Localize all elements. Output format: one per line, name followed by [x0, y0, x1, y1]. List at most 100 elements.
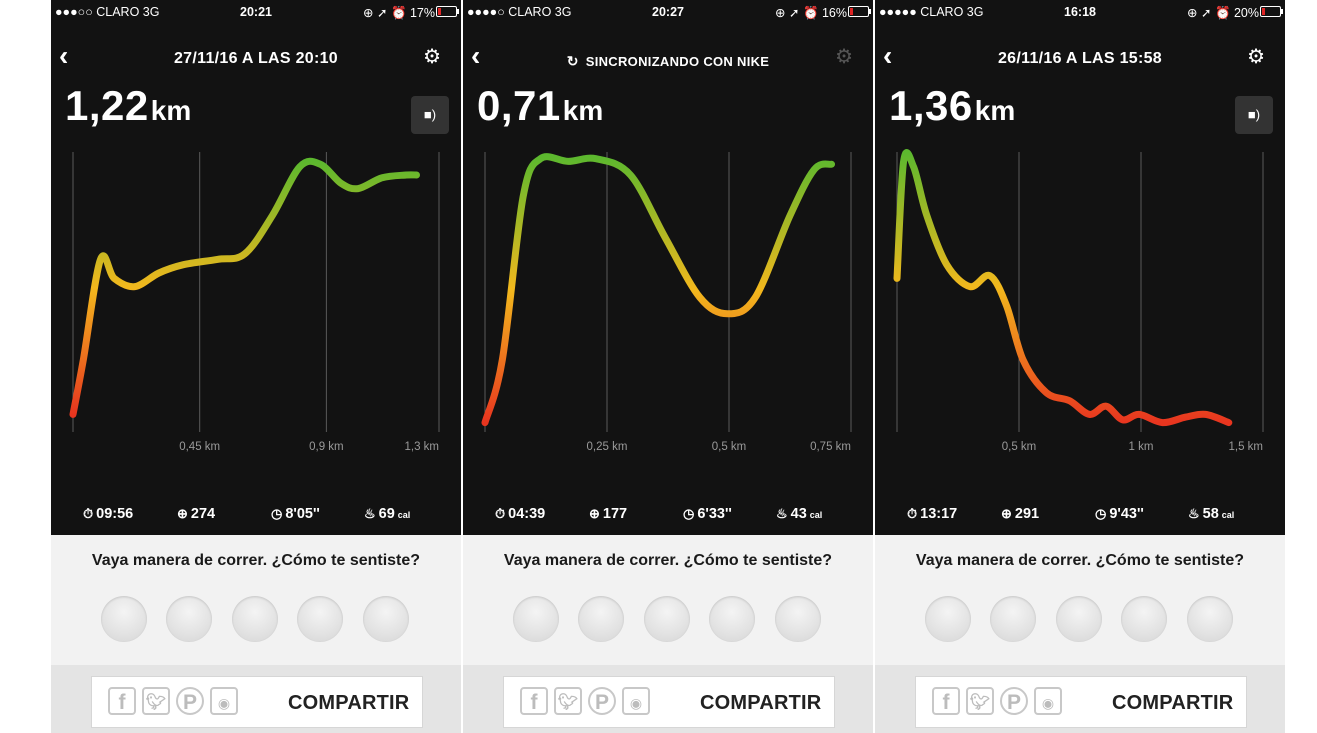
stat-duration: ⏱ 09:56 — [83, 506, 133, 522]
instagram-icon[interactable]: ◉ — [1034, 687, 1062, 715]
run-summary-panel: ●●●○○ CLARO 3G 20:21 ⊕ ➚ ⏰ 17% ‹ 27/11/1… — [51, 0, 461, 535]
status-bar: ●●●●● CLARO 3G 16:18 ⊕ ➚ ⏰ 20% — [875, 0, 1285, 22]
status-indicators: ⊕ ➚ ⏰ 17% — [363, 6, 435, 20]
phone-screen-3: ●●●●● CLARO 3G 16:18 ⊕ ➚ ⏰ 20% ‹ 26/11/1… — [875, 0, 1285, 733]
run-stats: ⏱ 09:56 ⊕ 274 ◷ 8'05'' ♨ 69 cal — [51, 506, 461, 526]
chart-tick-label: 0,9 km — [309, 441, 344, 453]
back-chevron-icon[interactable]: ‹ — [59, 42, 68, 70]
chart-tick-label: 0,45 km — [179, 441, 220, 453]
stat-duration: ⏱ 13:17 — [907, 506, 957, 522]
steps-icon: ⊕ — [589, 506, 600, 521]
twitter-icon[interactable]: 🐦︎ — [142, 687, 170, 715]
clock-icon: ◷ — [271, 506, 283, 521]
status-indicators: ⊕ ➚ ⏰ 16% — [775, 6, 847, 20]
mood-selector — [875, 596, 1285, 644]
facebook-icon[interactable]: f — [108, 687, 136, 715]
mood-very-happy-button[interactable] — [513, 596, 559, 642]
gear-icon[interactable]: ⚙ — [1247, 47, 1265, 67]
instagram-icon[interactable]: ◉ — [622, 687, 650, 715]
mood-happy-button[interactable] — [990, 596, 1036, 642]
status-bar: ●●●○○ CLARO 3G 20:21 ⊕ ➚ ⏰ 17% — [51, 0, 461, 22]
flame-icon: ♨ — [1188, 506, 1200, 521]
share-bar: f 🐦︎ P ◉ COMPARTIR — [51, 665, 461, 733]
chart-tick-label: 1,5 km — [1228, 441, 1263, 453]
share-bar: f 🐦︎ P ◉ COMPARTIR — [463, 665, 873, 733]
pace-curve — [69, 157, 420, 418]
back-chevron-icon[interactable]: ‹ — [883, 42, 892, 70]
share-button[interactable]: f 🐦︎ P ◉ COMPARTIR — [915, 676, 1247, 728]
duration-value: 13:17 — [920, 506, 958, 522]
flame-icon: ♨ — [364, 506, 376, 521]
mood-happy-button[interactable] — [166, 596, 212, 642]
flame-icon: ♨ — [776, 506, 788, 521]
distance-display: 0,71km — [477, 82, 603, 130]
mood-tired-button[interactable] — [297, 596, 343, 642]
twitter-icon[interactable]: 🐦︎ — [966, 687, 994, 715]
gear-icon[interactable]: ⚙ — [835, 47, 853, 67]
battery-icon — [1260, 6, 1283, 17]
share-label: COMPARTIR — [700, 692, 822, 714]
twitter-icon[interactable]: 🐦︎ — [554, 687, 582, 715]
chart-tick-label: 0,5 km — [712, 441, 747, 453]
mood-neutral-button[interactable] — [1056, 596, 1102, 642]
pinterest-icon[interactable]: P — [588, 687, 616, 715]
run-title: 26/11/16 A LAS 15:58 — [997, 50, 1163, 67]
duration-value: 04:39 — [508, 506, 546, 522]
distance-unit: km — [562, 95, 604, 126]
feeling-question: Vaya manera de correr. ¿Cómo te sentiste… — [503, 552, 833, 569]
mood-neutral-button[interactable] — [232, 596, 278, 642]
facebook-icon[interactable]: f — [520, 687, 548, 715]
chart-tick-label: 0,5 km — [1002, 441, 1037, 453]
stat-calories: ♨ 58 cal — [1188, 506, 1234, 522]
pace-curve — [893, 149, 1233, 427]
mood-neutral-button[interactable] — [644, 596, 690, 642]
share-button[interactable]: f 🐦︎ P ◉ COMPARTIR — [503, 676, 835, 728]
status-indicators: ⊕ ➚ ⏰ 20% — [1187, 6, 1259, 20]
feeling-question: Vaya manera de correr. ¿Cómo te sentiste… — [915, 552, 1245, 569]
calories-unit: cal — [397, 510, 411, 520]
mood-exhausted-button[interactable] — [363, 596, 409, 642]
stopwatch-icon: ⏱ — [495, 506, 506, 521]
mood-very-happy-button[interactable] — [925, 596, 971, 642]
stat-pace: ◷ 9'43'' — [1095, 506, 1144, 522]
mood-selector — [463, 596, 873, 644]
distance-value: 1,22 — [65, 82, 149, 129]
mood-tired-button[interactable] — [1121, 596, 1167, 642]
music-speaker-icon[interactable]: ■) — [411, 96, 449, 134]
calories-unit: cal — [1221, 510, 1235, 520]
gear-icon[interactable]: ⚙ — [423, 47, 441, 67]
clock-icon: ◷ — [683, 506, 695, 521]
steps-value: 291 — [1014, 506, 1040, 522]
battery-icon — [848, 6, 871, 17]
run-stats: ⏱ 04:39 ⊕ 177 ◷ 6'33'' ♨ 43 cal — [463, 506, 873, 526]
mood-exhausted-button[interactable] — [775, 596, 821, 642]
steps-icon: ⊕ — [1001, 506, 1012, 521]
share-bar: f 🐦︎ P ◉ COMPARTIR — [875, 665, 1285, 733]
pace-chart: 0,45 km 0,9 km 1,3 km — [69, 152, 440, 453]
mood-tired-button[interactable] — [709, 596, 755, 642]
mood-exhausted-button[interactable] — [1187, 596, 1233, 642]
steps-icon: ⊕ — [177, 506, 188, 521]
sync-label: SINCRONIZANDO CON NIKE — [585, 54, 770, 69]
steps-value: 177 — [602, 506, 628, 522]
stopwatch-icon: ⏱ — [83, 506, 94, 521]
stopwatch-icon: ⏱ — [907, 506, 918, 521]
instagram-icon[interactable]: ◉ — [210, 687, 238, 715]
distance-unit: km — [974, 95, 1016, 126]
mood-very-happy-button[interactable] — [101, 596, 147, 642]
facebook-icon[interactable]: f — [932, 687, 960, 715]
sync-icon: ↻ — [566, 53, 579, 69]
battery-level — [850, 8, 853, 15]
share-button[interactable]: f 🐦︎ P ◉ COMPARTIR — [91, 676, 423, 728]
music-speaker-icon[interactable]: ■) — [1235, 96, 1273, 134]
stat-pace: ◷ 6'33'' — [683, 506, 732, 522]
distance-value: 0,71 — [477, 82, 561, 129]
pinterest-icon[interactable]: P — [1000, 687, 1028, 715]
mood-happy-button[interactable] — [578, 596, 624, 642]
phone-screen-1: ●●●○○ CLARO 3G 20:21 ⊕ ➚ ⏰ 17% ‹ 27/11/1… — [51, 0, 461, 733]
back-chevron-icon[interactable]: ‹ — [471, 42, 480, 70]
pinterest-icon[interactable]: P — [176, 687, 204, 715]
distance-value: 1,36 — [889, 82, 973, 129]
run-title: 27/11/16 A LAS 20:10 — [173, 50, 339, 67]
sync-status: ↻ SINCRONIZANDO CON NIKE — [503, 53, 833, 70]
